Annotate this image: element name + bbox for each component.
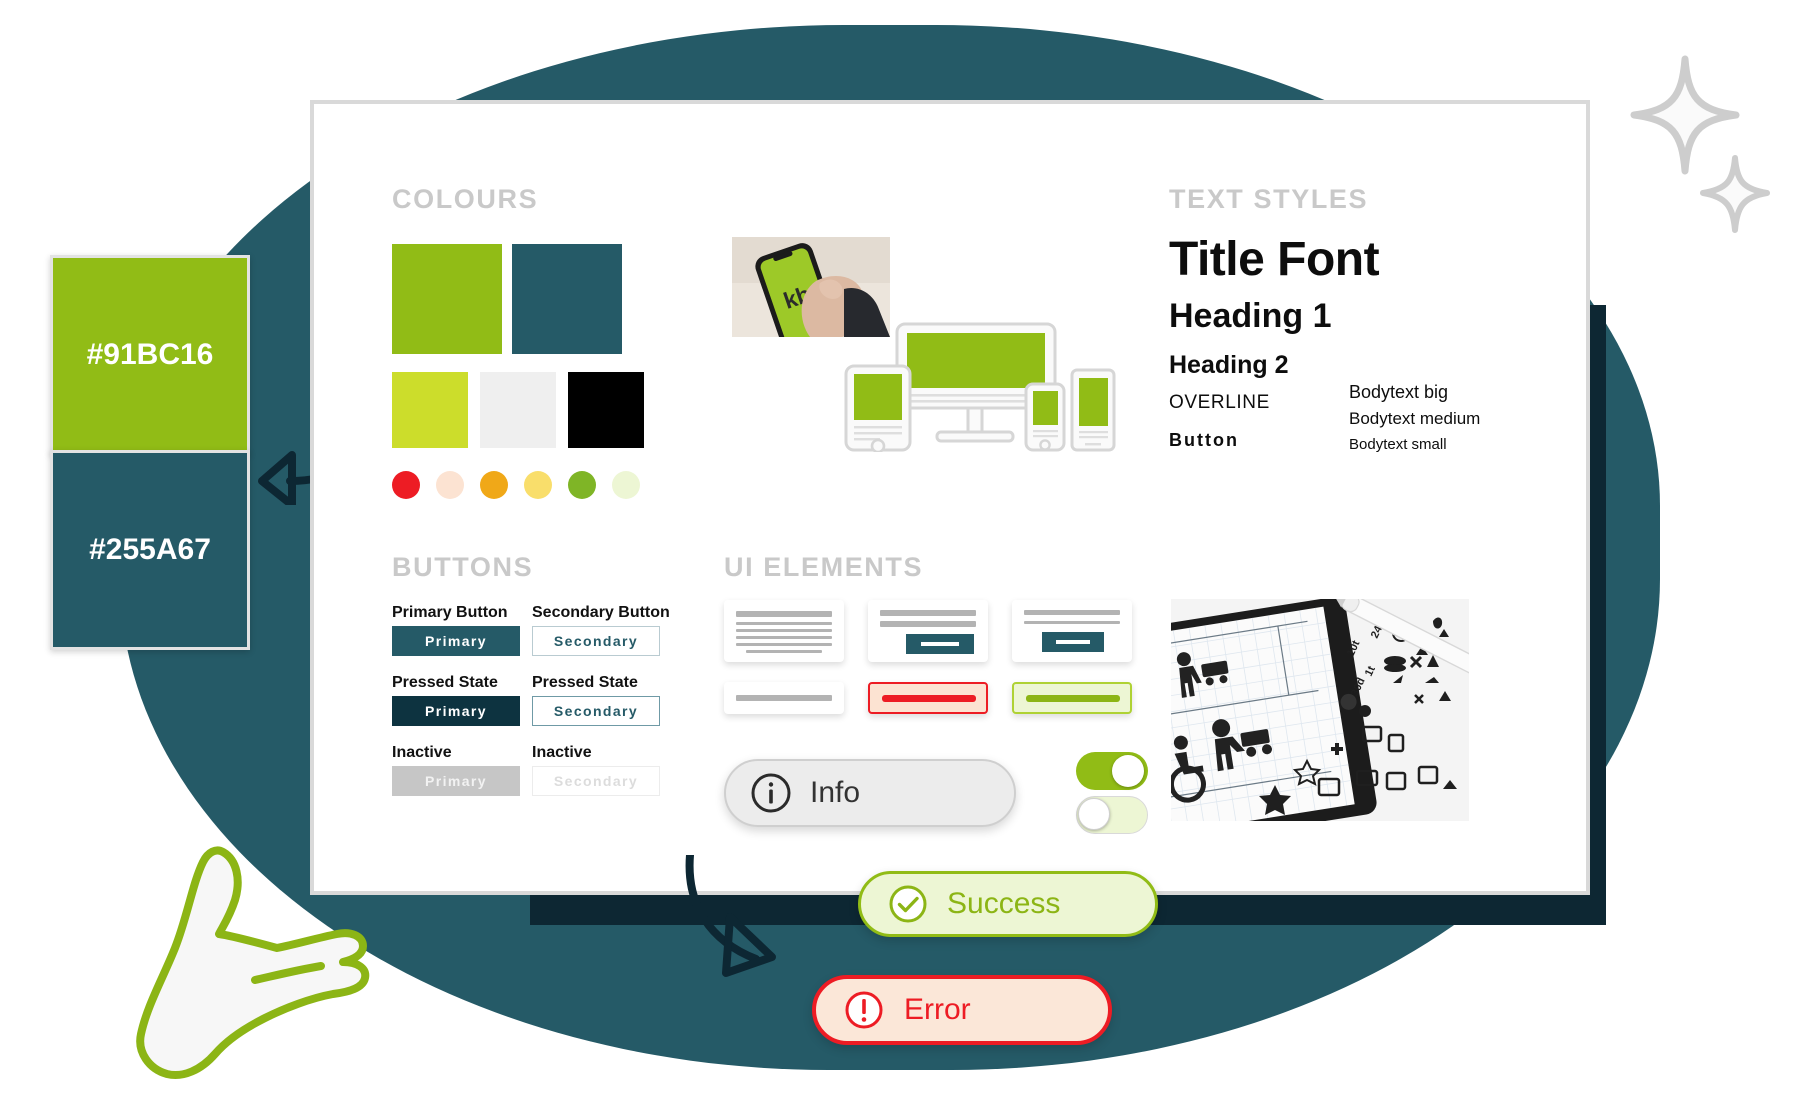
ui-card-line: [736, 622, 832, 625]
colour-swatch-black: [568, 372, 644, 448]
button-label-primary: Primary Button: [392, 604, 508, 621]
check-circle-icon: [887, 883, 929, 925]
text-style-body-medium: Bodytext medium: [1349, 409, 1481, 428]
style-guide-card: COLOURS kb TEXT STYLES Title Font Headin…: [310, 100, 1590, 895]
info-circle-icon: [750, 772, 792, 814]
ui-card-line: [746, 650, 822, 653]
toggle-on[interactable]: [1076, 752, 1148, 790]
sparkle-small-icon: [1700, 155, 1770, 233]
colour-dot-pale-peach: [436, 471, 464, 499]
hex-swatch-green: #91BC16: [50, 255, 250, 455]
error-pill[interactable]: Error: [812, 975, 1112, 1045]
success-pill[interactable]: Success: [858, 871, 1158, 937]
ui-input-error[interactable]: [868, 682, 988, 714]
ui-card-line: [736, 611, 832, 617]
button-label-secondary-inactive: Inactive: [532, 744, 592, 761]
text-style-title: Title Font: [1169, 233, 1380, 286]
section-title-text-styles: TEXT STYLES: [1169, 184, 1369, 214]
text-style-body-small: Bodytext small: [1349, 436, 1447, 453]
primary-button[interactable]: Primary: [392, 626, 520, 656]
screenshot-stage: #91BC16 #255A67 COLOURS kb TEXT STYLES T…: [0, 0, 1794, 1097]
open-hand-illustration: [136, 846, 370, 1079]
colour-swatch-light-grey: [480, 372, 556, 448]
button-label-primary-inactive: Inactive: [392, 744, 452, 761]
ui-card-line: [880, 610, 976, 616]
ui-card-button[interactable]: [1042, 632, 1104, 652]
info-pill[interactable]: Info: [724, 759, 1016, 827]
secondary-button-text: Secondary: [553, 633, 639, 649]
button-label-secondary-pressed: Pressed State: [532, 674, 638, 691]
error-pill-label: Error: [904, 993, 971, 1026]
hex-swatch-green-label: #91BC16: [86, 338, 214, 371]
ui-input-error-fill: [882, 695, 976, 702]
ui-card-with-button[interactable]: [868, 600, 988, 662]
secondary-button-pressed-text: Secondary: [553, 703, 639, 719]
ui-card-with-button-alt[interactable]: [1012, 600, 1132, 662]
button-label-secondary: Secondary Button: [532, 604, 670, 621]
info-pill-label: Info: [810, 776, 861, 809]
primary-button-text: Primary: [425, 633, 487, 649]
hex-swatch-teal: #255A67: [50, 450, 250, 650]
text-style-heading1: Heading 1: [1169, 297, 1332, 335]
text-style-heading2: Heading 2: [1169, 351, 1289, 379]
tablet-icons-photo: 10t 1t 30d 24h: [1171, 599, 1469, 821]
ui-card-line: [736, 629, 832, 632]
ui-card-line: [736, 643, 832, 646]
alert-circle-icon: [842, 988, 886, 1032]
ui-card-line: [880, 621, 976, 627]
button-label-primary-pressed: Pressed State: [392, 674, 498, 691]
toggle-on-knob: [1112, 755, 1144, 787]
success-pill-label: Success: [947, 887, 1061, 920]
toggle-off[interactable]: [1076, 796, 1148, 834]
section-title-colours: COLOURS: [392, 184, 539, 214]
toggle-off-knob: [1078, 798, 1110, 830]
colour-swatch-teal: [512, 244, 622, 354]
colour-swatch-green: [392, 244, 502, 354]
ui-card-line: [736, 636, 832, 639]
ui-input-success-fill: [1026, 695, 1120, 702]
responsive-devices-illustration: [844, 322, 1134, 454]
hex-swatch-teal-label: #255A67: [89, 533, 211, 566]
primary-button-pressed-text: Primary: [425, 703, 487, 719]
ui-input-success[interactable]: [1012, 682, 1132, 714]
secondary-button[interactable]: Secondary: [532, 626, 660, 656]
text-style-button: Button: [1169, 430, 1239, 450]
colour-dot-green: [568, 471, 596, 499]
ui-input-default[interactable]: [724, 682, 844, 714]
primary-button-inactive-text: Primary: [425, 773, 487, 789]
ui-card-line: [1024, 610, 1120, 615]
arrow-to-error-icon: [685, 855, 776, 977]
ui-input-fill: [736, 695, 832, 701]
secondary-button-pressed[interactable]: Secondary: [532, 696, 660, 726]
secondary-button-inactive-text: Secondary: [553, 773, 639, 789]
primary-button-inactive: Primary: [392, 766, 520, 796]
colour-swatch-lime: [392, 372, 468, 448]
ui-card-button[interactable]: [906, 634, 974, 654]
section-title-ui-elements: UI ELEMENTS: [724, 552, 924, 582]
colour-dot-orange: [480, 471, 508, 499]
colour-dot-yellow: [524, 471, 552, 499]
colour-dot-pale-green: [612, 471, 640, 499]
text-style-overline: OVERLINE: [1169, 392, 1270, 413]
section-title-buttons: BUTTONS: [392, 552, 534, 582]
text-style-body-big: Bodytext big: [1349, 382, 1449, 402]
secondary-button-inactive: Secondary: [532, 766, 660, 796]
colour-dot-red: [392, 471, 420, 499]
primary-button-pressed[interactable]: Primary: [392, 696, 520, 726]
ui-card-text-lines[interactable]: [724, 600, 844, 662]
ui-card-line: [1024, 621, 1120, 624]
